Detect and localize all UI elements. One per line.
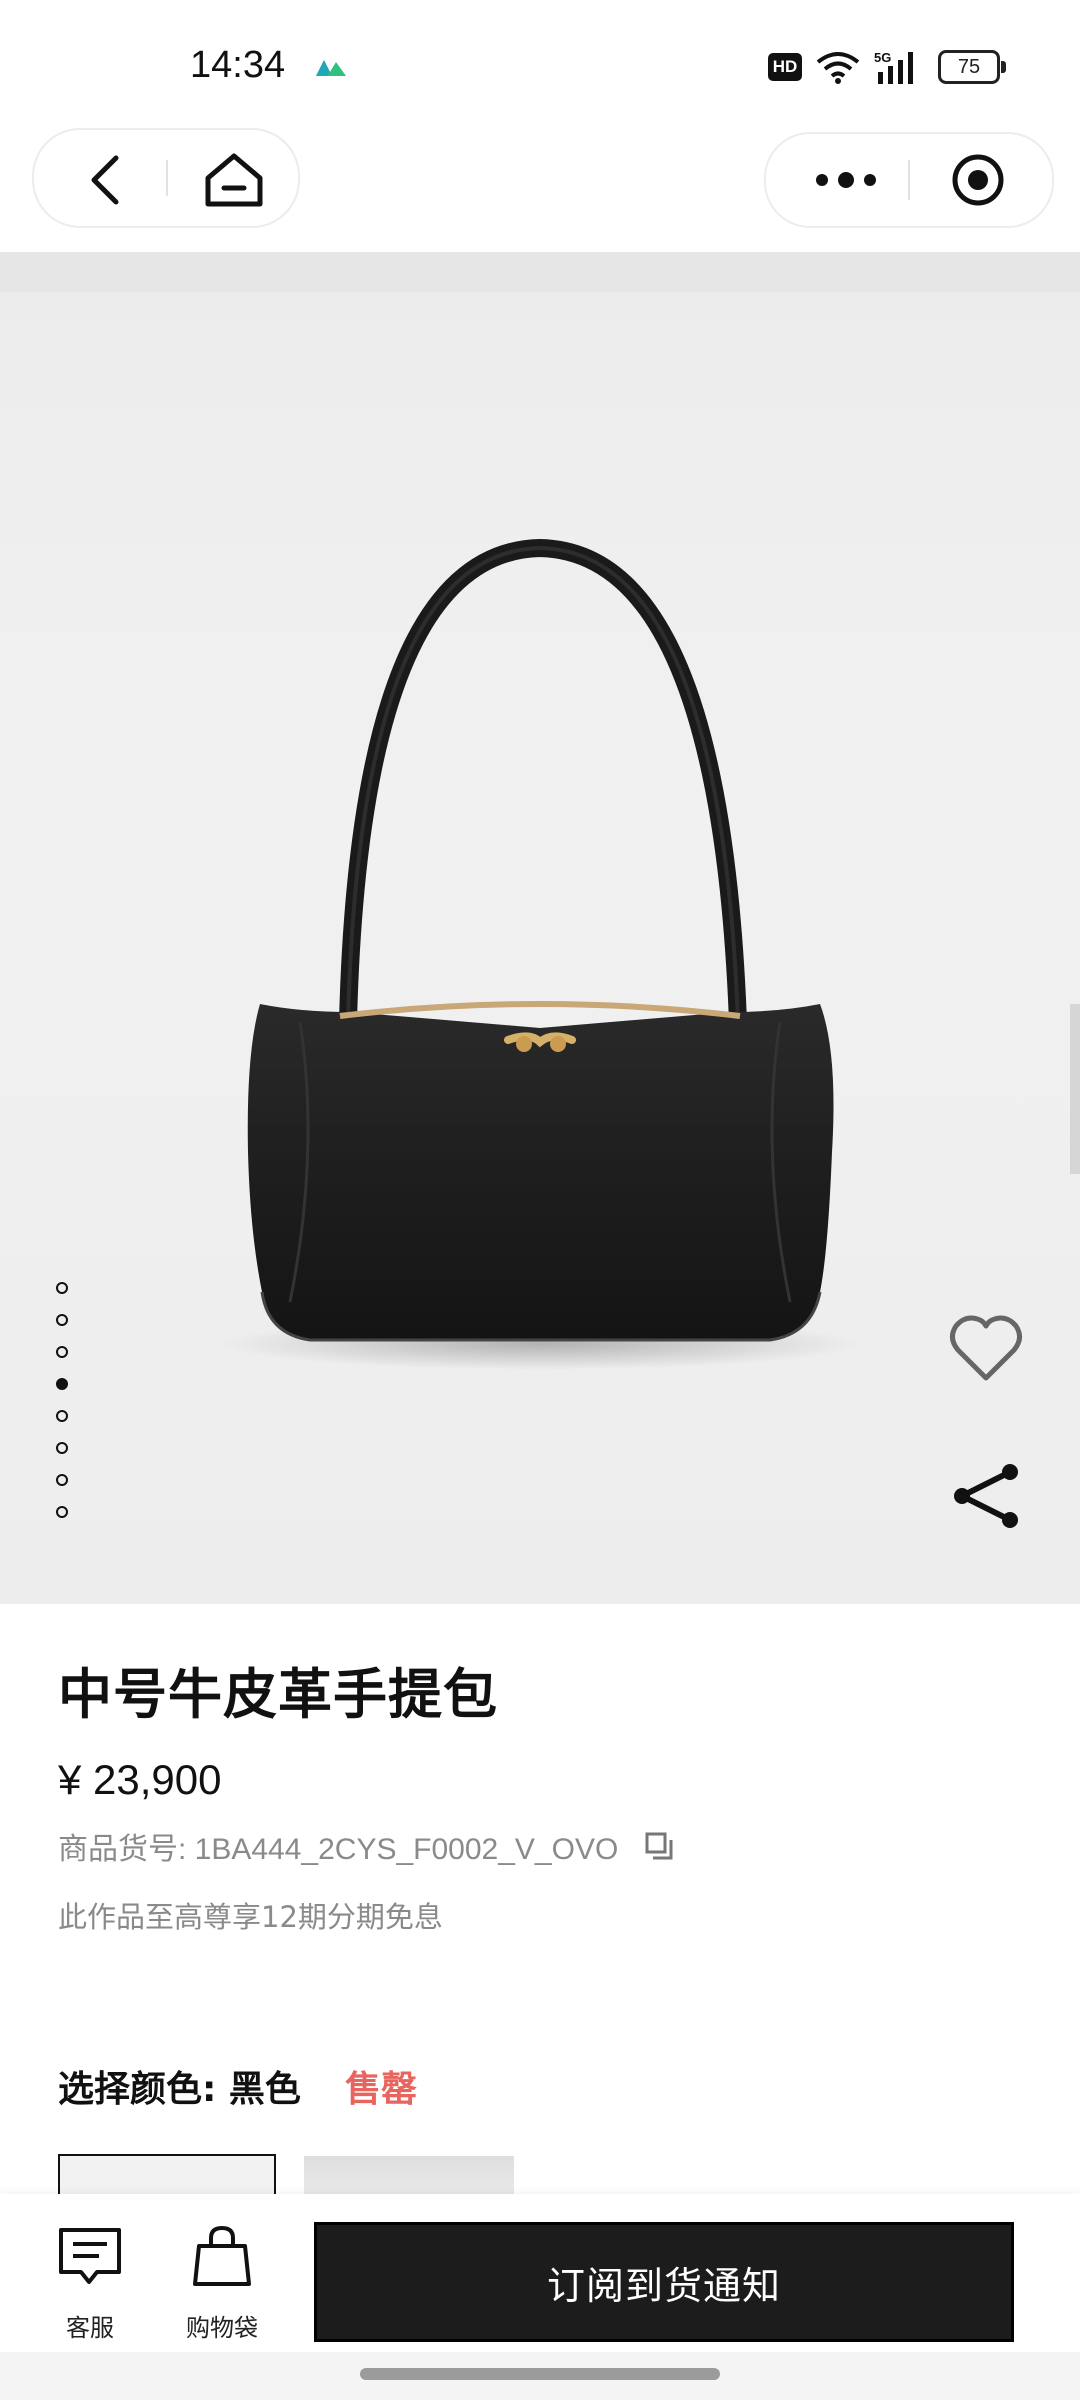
battery-indicator: 75 <box>938 50 1006 84</box>
wifi-icon <box>816 52 860 84</box>
product-title: 中号牛皮革手提包 <box>58 1663 498 1726</box>
customer-service-label: 客服 <box>66 2314 114 2342</box>
product-handbag-image <box>0 252 1080 1370</box>
color-selector-header: 选择颜色: 黑色 售罄 <box>58 2060 417 2112</box>
carousel-dot[interactable] <box>56 1442 68 1454</box>
customer-service-button[interactable]: 客服 <box>30 2222 150 2343</box>
gesture-bar[interactable] <box>360 2368 720 2380</box>
subscribe-restock-button[interactable]: 订阅到货通知 <box>314 2222 1014 2342</box>
heart-icon[interactable] <box>946 1308 1026 1388</box>
nav-right-capsule <box>764 132 1054 228</box>
hd-badge: HD <box>768 53 802 81</box>
share-icon[interactable] <box>946 1456 1026 1536</box>
product-sku: 商品货号: 1BA444_2CYS_F0002_V_OVO <box>58 1824 674 1868</box>
carousel-dot[interactable] <box>56 1506 68 1518</box>
nav-left-capsule <box>32 128 300 228</box>
product-price: ¥ 23,900 <box>58 1756 222 1803</box>
sold-out-badge: 售罄 <box>344 2069 417 2110</box>
product-image-carousel[interactable] <box>0 252 1080 1604</box>
chevron-left-icon[interactable] <box>80 152 136 208</box>
carousel-dot[interactable] <box>56 1410 68 1422</box>
color-swatch-alt[interactable] <box>304 2156 514 2196</box>
carousel-dot-active[interactable] <box>56 1378 68 1390</box>
carousel-dot[interactable] <box>56 1314 68 1326</box>
carousel-dot[interactable] <box>56 1346 68 1358</box>
copy-icon[interactable] <box>644 1831 674 1861</box>
svg-text:5G: 5G <box>874 50 891 65</box>
scrollbar[interactable] <box>1070 1004 1080 1174</box>
color-swatch-black[interactable] <box>58 2154 276 2196</box>
carousel-pagination <box>56 1282 70 1538</box>
sku-text: 商品货号: 1BA444_2CYS_F0002_V_OVO <box>58 1833 619 1866</box>
shopping-bag-button[interactable]: 购物袋 <box>162 2222 282 2343</box>
status-bar: 14:34 HD 5G 75 <box>0 0 1080 130</box>
home-icon[interactable] <box>202 150 266 210</box>
status-time: 14:34 <box>190 44 286 86</box>
app-indicator-icon <box>316 60 346 76</box>
signal-icon: 5G <box>874 50 913 84</box>
more-dots-icon[interactable] <box>806 156 886 204</box>
shopping-bag-label: 购物袋 <box>186 2314 258 2342</box>
carousel-dot[interactable] <box>56 1282 68 1294</box>
carousel-dot[interactable] <box>56 1474 68 1486</box>
chat-icon <box>59 2228 121 2284</box>
target-icon[interactable] <box>950 152 1006 208</box>
installment-promo: 此作品至高尊享12期分期免息 <box>58 1900 443 1934</box>
shopping-bag-icon <box>193 2225 251 2286</box>
color-label: 选择颜色: 黑色 <box>58 2069 301 2110</box>
